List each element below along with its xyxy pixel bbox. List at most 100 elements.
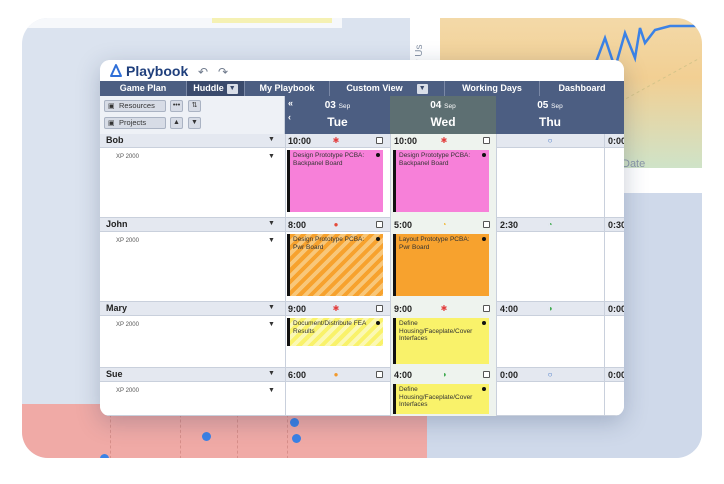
expand-down-icon[interactable]: ▼: [188, 117, 201, 129]
chevron-down-icon[interactable]: ▼: [416, 84, 428, 94]
slot-checkbox[interactable]: [483, 221, 490, 228]
day-header-next: [604, 96, 624, 134]
prev-day-icon[interactable]: ‹: [288, 112, 291, 122]
task-card[interactable]: Document/Distribute FEA Results: [287, 318, 383, 346]
task-status-dot: [482, 387, 486, 391]
project-name: XP 2000: [116, 154, 139, 160]
slot-checkbox[interactable]: [376, 137, 383, 144]
task-card[interactable]: Design Prototype PCBA: Pwr Board: [287, 234, 383, 296]
redo-icon[interactable]: ↷: [218, 65, 228, 79]
workload-indicator-icon: ✱: [332, 304, 340, 313]
chevron-down-icon[interactable]: ▼: [268, 321, 275, 328]
project-name: XP 2000: [116, 238, 139, 244]
collapse-up-icon[interactable]: ▲: [170, 117, 183, 129]
task-title: Define Housing/Faceplate/Cover Interface…: [399, 320, 473, 342]
task-status-dot: [482, 321, 486, 325]
menu-label: Huddle: [193, 83, 224, 93]
projects-label: Projects: [119, 118, 147, 127]
slot-checkbox[interactable]: [483, 371, 490, 378]
workload-indicator-icon: ✱: [440, 136, 448, 145]
prev-week-icon[interactable]: «: [288, 98, 293, 108]
slot-hours: 5:00: [394, 220, 413, 230]
task-card[interactable]: Layout Prototype PCBA: Pwr Board: [393, 234, 489, 296]
menu-game-plan[interactable]: Game Plan: [100, 81, 187, 96]
chevron-down-icon[interactable]: ▼: [268, 153, 275, 160]
chevron-down-icon[interactable]: ▼: [268, 136, 275, 143]
chevron-down-icon[interactable]: ▼: [268, 220, 275, 227]
bg-strip: [212, 18, 332, 23]
menu-huddle[interactable]: Huddle ▼: [187, 81, 245, 96]
menu-label: Custom View: [346, 83, 403, 93]
day-header-thu: 05 Sep Thu: [496, 96, 604, 134]
slot-hours: 8:00: [288, 220, 307, 230]
column-divider: [285, 134, 286, 416]
slot-hours: 4:00: [394, 370, 413, 380]
workload-indicator-icon: ●: [333, 370, 339, 379]
menu-my-playbook[interactable]: My Playbook: [245, 81, 330, 96]
day-month: Sep: [338, 103, 351, 110]
slot-checkbox[interactable]: [483, 137, 490, 144]
task-card[interactable]: Design Prototype PCBA: Backpanel Board: [393, 150, 489, 212]
slot-checkbox[interactable]: [376, 221, 383, 228]
resources-button[interactable]: ▣ Resources: [104, 100, 166, 112]
playbook-window: Playbook ↶ ↷ Game Plan Huddle ▼ My Playbo…: [100, 60, 624, 416]
main-menu-bar: Game Plan Huddle ▼ My Playbook Custom Vie…: [100, 81, 624, 96]
chevron-down-icon[interactable]: ▼: [268, 370, 275, 377]
task-status-dot: [482, 237, 486, 241]
menu-dashboard[interactable]: Dashboard: [540, 81, 624, 96]
slot-checkbox[interactable]: [483, 305, 490, 312]
resource-name: Mary: [106, 303, 128, 313]
menu-custom-view[interactable]: Custom View ▼: [330, 81, 445, 96]
workload-indicator-icon: ○: [547, 370, 553, 379]
slot-hours: 0:00: [500, 370, 519, 380]
slot-hours: 10:00: [394, 136, 418, 146]
slot-hours: 9:00: [288, 304, 307, 314]
menu-working-days[interactable]: Working Days: [445, 81, 540, 96]
day-date: 04 Sep: [390, 100, 496, 111]
day-number: 05: [537, 100, 549, 111]
slot-checkbox[interactable]: [376, 305, 383, 312]
workload-indicator-icon: ○: [547, 136, 553, 145]
day-month: Sep: [444, 103, 456, 110]
slot-checkbox[interactable]: [376, 371, 383, 378]
chevron-down-icon[interactable]: ▼: [268, 237, 275, 244]
resource-name: John: [106, 219, 128, 229]
title-bar: Playbook ↶ ↷: [100, 60, 624, 82]
day-month: Sep: [551, 103, 563, 110]
chevron-down-icon[interactable]: ▼: [268, 304, 275, 311]
task-card[interactable]: Define Housing/Faceplate/Cover Interface…: [393, 318, 489, 364]
task-status-dot: [376, 321, 380, 325]
resource-row-body: XP 2000 ▼: [100, 382, 624, 416]
slot-hours: 0:00: [608, 304, 624, 314]
task-title: Design Prototype PCBA: Backpanel Board: [293, 152, 365, 167]
projects-button[interactable]: ▣ Projects: [104, 117, 166, 129]
task-title: Design Prototype PCBA: Backpanel Board: [399, 152, 471, 167]
day-name: Tue: [327, 115, 348, 129]
sort-icon[interactable]: ⇅: [188, 100, 201, 112]
task-card[interactable]: Design Prototype PCBA: Backpanel Board: [287, 150, 383, 212]
undo-icon[interactable]: ↶: [198, 65, 208, 79]
task-card[interactable]: Define Housing/Faceplate/Cover Interface…: [393, 384, 489, 414]
task-status-dot: [376, 237, 380, 241]
day-name: Thu: [539, 115, 561, 129]
workload-indicator-icon: ◑: [547, 304, 553, 313]
bg-scatter-dot: [100, 454, 109, 458]
slot-hours: 6:00: [288, 370, 307, 380]
more-button[interactable]: •••: [170, 100, 183, 112]
slot-hours: 10:00: [288, 136, 312, 146]
folder-icon: ▣: [108, 120, 115, 127]
menu-label: Dashboard: [558, 83, 606, 93]
chevron-down-icon[interactable]: ▼: [268, 387, 275, 394]
bg-top-panel: [22, 18, 342, 28]
task-title: Define Housing/Faceplate/Cover Interface…: [399, 386, 473, 408]
project-name: XP 2000: [116, 322, 139, 328]
bg-scatter-dot: [292, 434, 301, 443]
column-divider: [390, 134, 391, 416]
task-title: Design Prototype PCBA: Pwr Board: [293, 236, 365, 251]
person-icon: ▣: [108, 103, 115, 110]
chevron-down-icon[interactable]: ▼: [226, 84, 238, 94]
day-name: Wed: [430, 115, 456, 129]
day-date: 05 Sep: [496, 100, 604, 111]
slot-hours: 0:00: [608, 136, 624, 146]
bg-chart-xlabel: Date: [622, 158, 646, 170]
